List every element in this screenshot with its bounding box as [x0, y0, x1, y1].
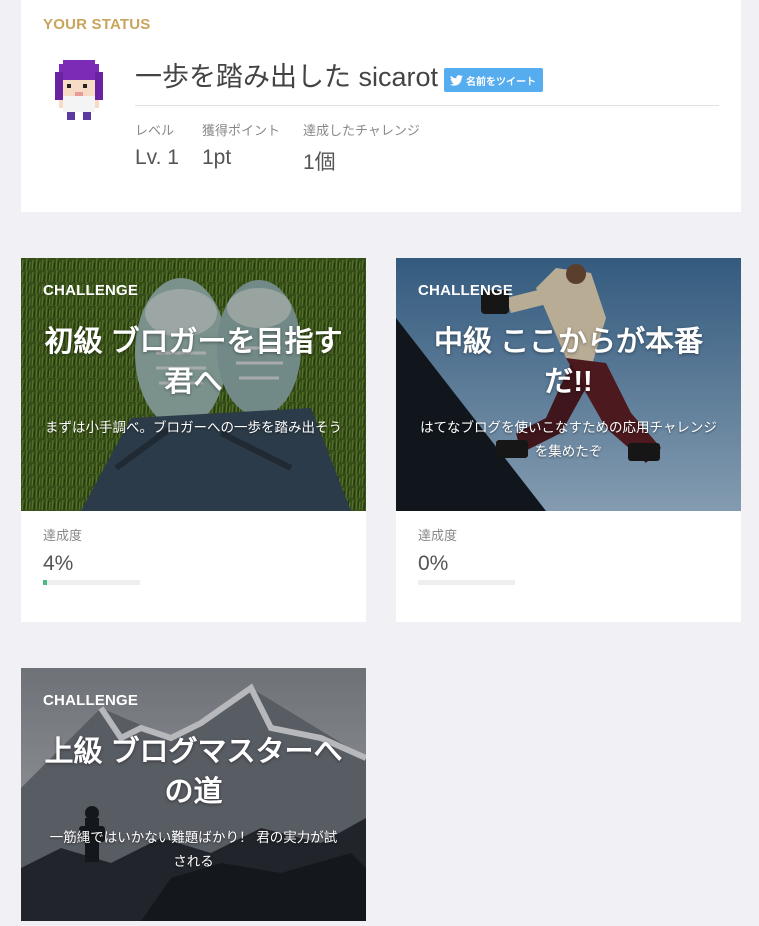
challenge-card-advanced[interactable]: CHALLENGE 上級 ブログマスターへの道 一筋縄ではいかない難題ばかり！ …	[21, 668, 366, 921]
challenge-tag: CHALLENGE	[43, 282, 139, 299]
challenge-description: 一筋縄ではいかない難題ばかり！ 君の実力が試される	[49, 830, 338, 869]
stat-label: 獲得ポイント	[201, 123, 280, 138]
challenge-image: CHALLENGE 初級 ブロガーを目指す君へ まずは小手調べ。ブロガーへの一歩…	[21, 258, 366, 511]
twitter-bird-icon	[450, 74, 464, 86]
challenge-description: はてなブログを使いこなすための応用チャレンジを集めたぞ	[420, 420, 717, 459]
progress-label: 達成度	[418, 528, 458, 543]
status-heading: YOUR STATUS	[43, 16, 151, 33]
challenge-description: まずは小手調べ。ブロガーへの一歩を踏み出そう	[45, 420, 342, 435]
challenge-card-intermediate[interactable]: CHALLENGE 中級 ここからが本番だ!! はてなブログを使いこなすための応…	[396, 258, 741, 622]
stat-value: 1個	[302, 151, 336, 174]
stat-level: レベル Lv. 1	[135, 122, 179, 176]
stat-points: 獲得ポイント 1pt	[202, 122, 280, 176]
progress-area: 達成度 4%	[21, 511, 366, 622]
tweet-name-button[interactable]: 名前をツイート	[444, 68, 544, 92]
challenge-tag: CHALLENGE	[43, 692, 139, 709]
progress-fill	[43, 580, 47, 585]
challenge-image: CHALLENGE 中級 ここからが本番だ!! はてなブログを使いこなすための応…	[396, 258, 741, 511]
challenge-image: CHALLENGE 上級 ブログマスターへの道 一筋縄ではいかない難題ばかり！ …	[21, 668, 366, 921]
progress-bar	[43, 580, 140, 585]
progress-label: 達成度	[43, 528, 83, 543]
user-title: 一歩を踏み出した sicarot	[135, 62, 439, 92]
stat-value: Lv. 1	[135, 146, 179, 169]
avatar[interactable]	[51, 60, 107, 124]
progress-value: 0%	[418, 552, 449, 575]
tweet-button-label: 名前をツイート	[466, 76, 537, 88]
stat-challenges: 達成したチャレンジ 1個	[303, 122, 420, 176]
stat-value: 1pt	[201, 146, 232, 169]
progress-area: 達成度 0%	[396, 511, 741, 622]
challenge-title[interactable]: 中級 ここからが本番だ!!	[412, 322, 725, 402]
stat-label: 達成したチャレンジ	[302, 123, 420, 138]
user-title-row: 一歩を踏み出した sicarot 名前をツイート	[135, 58, 719, 106]
status-card: YOUR STATUS 一歩を踏み出した sicarot 名前をツイート レベル…	[21, 0, 741, 212]
challenge-title[interactable]: 初級 ブロガーを目指す君へ	[37, 322, 350, 402]
progress-bar	[418, 580, 515, 585]
challenge-card-beginner[interactable]: CHALLENGE 初級 ブロガーを目指す君へ まずは小手調べ。ブロガーへの一歩…	[21, 258, 366, 622]
progress-value: 4%	[43, 552, 74, 575]
status-stats: レベル Lv. 1 獲得ポイント 1pt 達成したチャレンジ 1個	[135, 122, 443, 176]
stat-label: レベル	[135, 123, 175, 138]
challenge-title[interactable]: 上級 ブログマスターへの道	[37, 732, 350, 812]
challenge-tag: CHALLENGE	[418, 282, 514, 299]
